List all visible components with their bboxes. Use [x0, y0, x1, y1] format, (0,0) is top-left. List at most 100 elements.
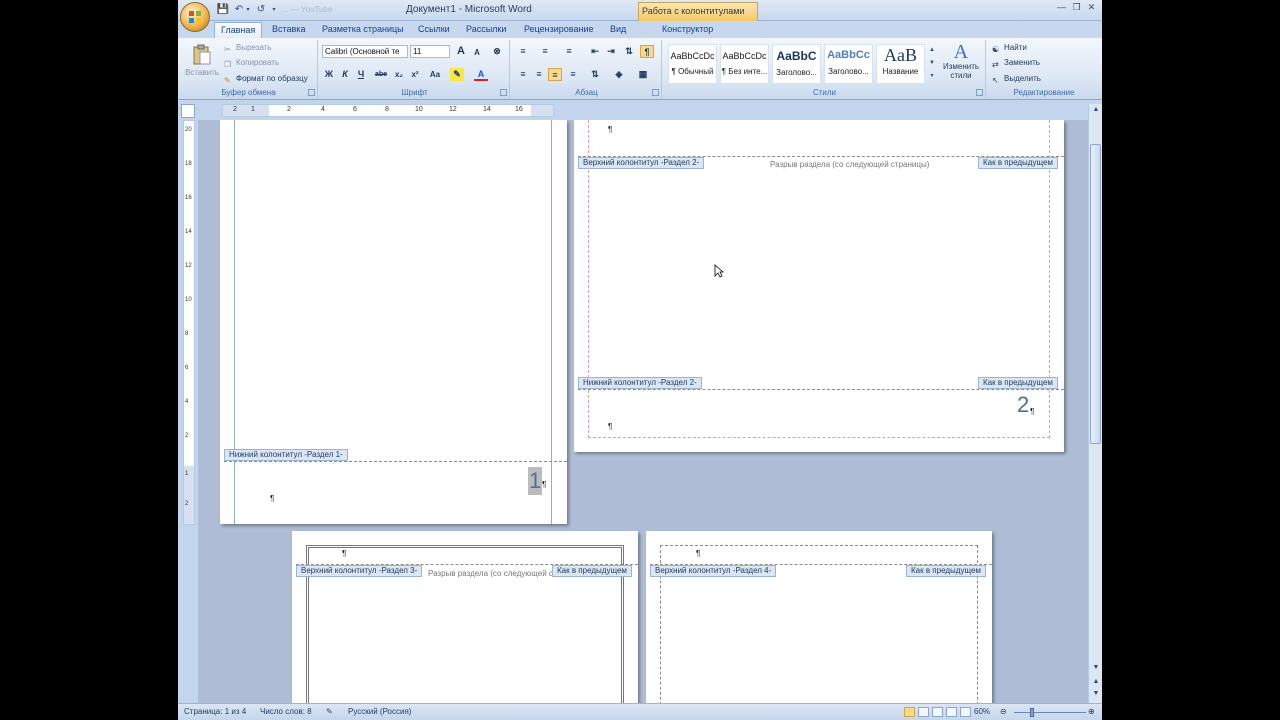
office-button[interactable]: [180, 2, 210, 32]
outline-view-icon[interactable]: [946, 707, 957, 717]
copy-button[interactable]: ❐ Копировать: [224, 58, 279, 70]
change-case-button[interactable]: Aa: [426, 68, 444, 81]
scroll-thumb[interactable]: [1090, 144, 1101, 444]
ruler-tick: 6: [353, 106, 357, 113]
tab-references[interactable]: Ссылки: [412, 22, 456, 38]
page-number-1[interactable]: 1: [528, 467, 543, 495]
clear-format-icon[interactable]: ⊗: [490, 45, 504, 58]
style-title[interactable]: AaB Название: [876, 44, 925, 84]
styles-scroll-icon[interactable]: ▲ ▼ ▾: [928, 44, 936, 84]
cut-button[interactable]: ✂ Вырезать: [224, 43, 272, 55]
style-no-spacing[interactable]: AaBbCcDc ¶ Без инте...: [720, 44, 769, 84]
mouse-cursor-icon: [714, 264, 724, 278]
zoom-level[interactable]: 60%: [974, 707, 990, 716]
tab-mailings[interactable]: Рассылки: [460, 22, 512, 38]
scroll-up-icon[interactable]: ▲: [1091, 106, 1101, 116]
full-screen-view-icon[interactable]: [918, 707, 929, 717]
borders-icon[interactable]: ▦: [636, 68, 650, 81]
bold-button[interactable]: Ж: [322, 68, 336, 81]
superscript-button[interactable]: x²: [408, 68, 422, 81]
qat-customize-icon[interactable]: ▾: [270, 3, 278, 17]
zoom-slider[interactable]: [1014, 712, 1086, 713]
style-heading-1[interactable]: AaBbC Заголово...: [772, 44, 821, 84]
document-area[interactable]: Нижний колонтитул -Раздел 1- 1 ¶ ¶ ¶ Вер…: [198, 120, 1088, 703]
select-label: Выделить: [1004, 74, 1041, 83]
tab-insert[interactable]: Вставка: [266, 22, 311, 38]
undo-dropdown-icon[interactable]: ▾: [244, 3, 252, 17]
multilevel-list-icon[interactable]: ≡: [562, 45, 576, 58]
strikethrough-button[interactable]: abe: [372, 68, 390, 81]
vertical-ruler[interactable]: 20 18 16 14 12 10 8 6 4 2 1 2: [183, 120, 195, 525]
font-size-select[interactable]: 11: [410, 45, 450, 58]
next-page-icon[interactable]: ▼: [1091, 690, 1101, 700]
save-icon[interactable]: 💾: [216, 3, 230, 17]
scroll-down-icon[interactable]: ▼: [1091, 664, 1101, 674]
minimize-icon[interactable]: —: [1054, 1, 1069, 15]
tab-page-layout[interactable]: Разметка страницы: [316, 22, 410, 38]
language-status[interactable]: Русский (Россия): [348, 707, 411, 716]
paste-button[interactable]: Вставить: [184, 42, 220, 86]
page-3[interactable]: ¶ Верхний колонтитул -Раздел 3- Разрыв р…: [292, 531, 638, 703]
font-color-icon[interactable]: A: [474, 68, 488, 81]
zoom-slider-thumb[interactable]: [1030, 708, 1034, 717]
grow-font-button[interactable]: A: [454, 45, 468, 58]
font-launcher-icon[interactable]: [500, 89, 507, 96]
web-layout-view-icon[interactable]: [932, 707, 943, 717]
styles-launcher-icon[interactable]: [976, 89, 983, 96]
print-layout-view-icon[interactable]: [904, 707, 915, 717]
find-button[interactable]: ☯ Найти: [992, 43, 1027, 55]
cut-label: Вырезать: [236, 43, 272, 52]
font-name-select[interactable]: Calibri (Основной те: [322, 45, 408, 58]
italic-button[interactable]: К: [338, 68, 352, 81]
header-tag-section-4: Верхний колонтитул -Раздел 4-: [650, 565, 777, 577]
paragraph-launcher-icon[interactable]: [652, 89, 659, 96]
redo-icon[interactable]: ↺: [254, 3, 268, 17]
horizontal-ruler[interactable]: 2 1 2 4 6 8 10 12 14 16: [222, 104, 554, 117]
style-heading-2[interactable]: AaBbCc Заголово...: [824, 44, 873, 84]
align-left-icon[interactable]: ≡: [516, 68, 530, 81]
numbering-icon[interactable]: ≡: [538, 45, 552, 58]
page-4[interactable]: ¶ Верхний колонтитул -Раздел 4- Как в пр…: [646, 531, 992, 703]
restore-icon[interactable]: ❐: [1069, 1, 1084, 15]
page-2[interactable]: ¶ Верхний колонтитул -Раздел 2- Разрыв р…: [574, 120, 1064, 452]
change-styles-button[interactable]: A Изменить стили: [938, 42, 984, 86]
replace-button[interactable]: ⇄ Заменить: [992, 58, 1040, 70]
vertical-scrollbar[interactable]: ▲ ▼ ▲ ▼: [1088, 104, 1102, 703]
sort-icon[interactable]: ⇅: [622, 45, 636, 58]
format-painter-button[interactable]: ✎ Формат по образцу: [224, 74, 308, 86]
page-number-2[interactable]: 2: [1017, 392, 1029, 418]
justify-icon[interactable]: ≡: [566, 68, 580, 81]
style-normal[interactable]: AaBbCcDc ¶ Обычный: [668, 44, 717, 84]
show-marks-icon[interactable]: ¶: [640, 45, 654, 58]
tab-selector[interactable]: [181, 104, 195, 118]
shrink-font-button[interactable]: A: [470, 46, 484, 59]
editing-group-label: Редактирование: [1013, 88, 1075, 97]
close-icon[interactable]: ✕: [1084, 1, 1099, 15]
word-count-status[interactable]: Число слов: 8: [260, 707, 312, 716]
draft-view-icon[interactable]: [960, 707, 971, 717]
page-count-status[interactable]: Страница: 1 из 4: [184, 707, 246, 716]
ribbon: Вставить ✂ Вырезать ❐ Копировать ✎ Формат п…: [178, 38, 1102, 100]
bullets-icon[interactable]: ≡: [516, 45, 530, 58]
highlight-icon[interactable]: ✎: [450, 68, 464, 81]
tab-design[interactable]: Конструктор: [656, 22, 719, 38]
zoom-in-icon[interactable]: ⊕: [1088, 707, 1095, 716]
page-1[interactable]: Нижний колонтитул -Раздел 1- 1 ¶ ¶: [220, 120, 567, 524]
shading-icon[interactable]: ◈: [612, 68, 626, 81]
align-right-icon[interactable]: ≡: [548, 68, 562, 81]
tab-review[interactable]: Рецензирование: [518, 22, 600, 38]
subscript-button[interactable]: x₂: [392, 68, 406, 81]
underline-button[interactable]: Ч: [354, 68, 368, 81]
increase-indent-icon[interactable]: ⇥: [604, 45, 618, 58]
align-center-icon[interactable]: ≡: [532, 68, 546, 81]
tab-view[interactable]: Вид: [604, 22, 632, 38]
proofing-icon[interactable]: ✎: [326, 707, 333, 716]
zoom-out-icon[interactable]: ⊖: [1000, 707, 1007, 716]
tab-home[interactable]: Главная: [214, 22, 263, 38]
scissors-icon: ✂: [224, 45, 231, 54]
decrease-indent-icon[interactable]: ⇤: [588, 45, 602, 58]
select-button[interactable]: ↖ Выделить: [992, 74, 1041, 86]
prev-page-icon[interactable]: ▲: [1091, 678, 1101, 688]
line-spacing-icon[interactable]: ⇅: [588, 68, 602, 81]
clipboard-launcher-icon[interactable]: [308, 89, 315, 96]
